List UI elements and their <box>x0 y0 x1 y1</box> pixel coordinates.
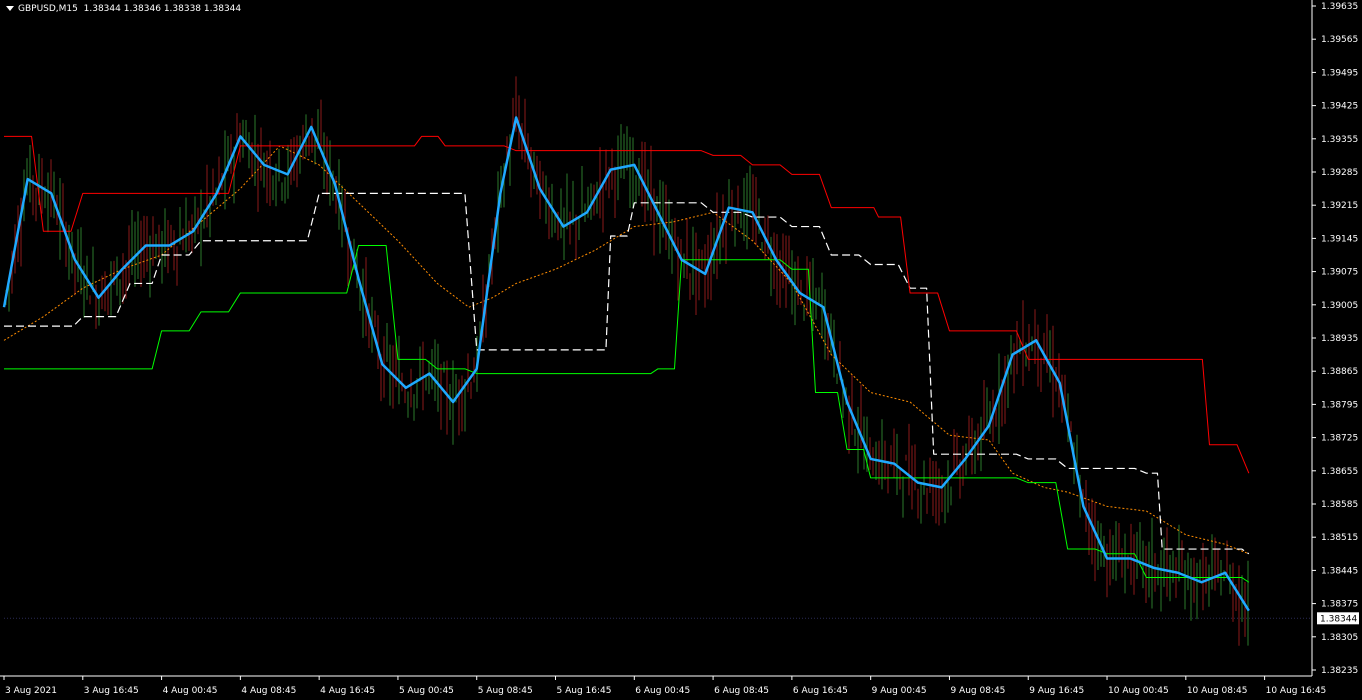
price-chart[interactable]: 1.39635 1.39565 1.39495 1.39425 1.39355 1.392… <box>0 0 1362 700</box>
symbol-header[interactable]: GBPUSD,M15 1.38344 1.38346 1.38338 1.383… <box>6 4 241 14</box>
open-value: 1.38344 <box>83 4 121 14</box>
y-tick-label: 1.39635 <box>1321 2 1358 12</box>
y-tick-label: 1.38235 <box>1321 666 1358 676</box>
y-tick-label: 1.38375 <box>1321 600 1358 610</box>
y-tick-label: 1.38585 <box>1321 500 1358 510</box>
y-tick-label: 1.39495 <box>1321 68 1358 78</box>
low-value: 1.38338 <box>163 4 202 14</box>
x-tick-label: 5 Aug 08:45 <box>478 686 533 696</box>
x-tick-label: 3 Aug 16:45 <box>84 686 139 696</box>
y-tick-label: 1.38655 <box>1321 467 1358 477</box>
y-tick-label: 1.38865 <box>1321 367 1358 377</box>
y-tick-label: 1.39075 <box>1321 268 1358 278</box>
chart-frame[interactable]: 1.39635 1.39565 1.39495 1.39425 1.39355 1.392… <box>0 0 1362 700</box>
x-tick-label: 6 Aug 00:45 <box>635 686 690 696</box>
high-value: 1.38346 <box>123 4 161 14</box>
y-tick-label: 1.39355 <box>1321 135 1358 145</box>
x-tick-label: 5 Aug 00:45 <box>399 686 454 696</box>
y-tick-label: 1.38795 <box>1321 400 1358 410</box>
x-tick-label: 9 Aug 00:45 <box>872 686 927 696</box>
y-tick-label: 1.39145 <box>1321 234 1358 244</box>
x-tick-label: 5 Aug 16:45 <box>557 686 612 696</box>
y-tick-label: 1.39215 <box>1321 201 1358 211</box>
y-tick-label: 1.38515 <box>1321 533 1358 543</box>
y-tick-label: 1.39285 <box>1321 168 1358 178</box>
y-tick-label: 1.39005 <box>1321 301 1358 311</box>
x-tick-label: 10 Aug 00:45 <box>1108 686 1169 696</box>
x-tick-label: 3 Aug 2021 <box>5 686 57 696</box>
x-tick-label: 10 Aug 16:45 <box>1266 686 1327 696</box>
y-tick-label: 1.39425 <box>1321 102 1358 112</box>
y-tick-label: 1.38935 <box>1321 334 1358 344</box>
dropdown-triangle-icon[interactable] <box>6 6 14 11</box>
current-price-text: 1.38344 <box>1320 614 1357 624</box>
y-tick-label: 1.39565 <box>1321 35 1358 45</box>
x-tick-label: 9 Aug 08:45 <box>950 686 1005 696</box>
y-tick-label: 1.38305 <box>1321 633 1358 643</box>
x-tick-label: 10 Aug 08:45 <box>1187 686 1248 696</box>
x-tick-label: 4 Aug 00:45 <box>163 686 218 696</box>
x-tick-label: 6 Aug 16:45 <box>793 686 848 696</box>
symbol-label: GBPUSD,M15 <box>18 4 78 14</box>
x-tick-label: 9 Aug 16:45 <box>1029 686 1084 696</box>
x-tick-label: 4 Aug 08:45 <box>241 686 296 696</box>
x-tick-label: 6 Aug 08:45 <box>714 686 769 696</box>
y-tick-label: 1.38445 <box>1321 566 1358 576</box>
chart-background <box>0 0 1362 700</box>
close-value: 1.38344 <box>203 4 242 14</box>
x-tick-label: 4 Aug 16:45 <box>320 686 375 696</box>
y-tick-label: 1.38725 <box>1321 434 1358 444</box>
